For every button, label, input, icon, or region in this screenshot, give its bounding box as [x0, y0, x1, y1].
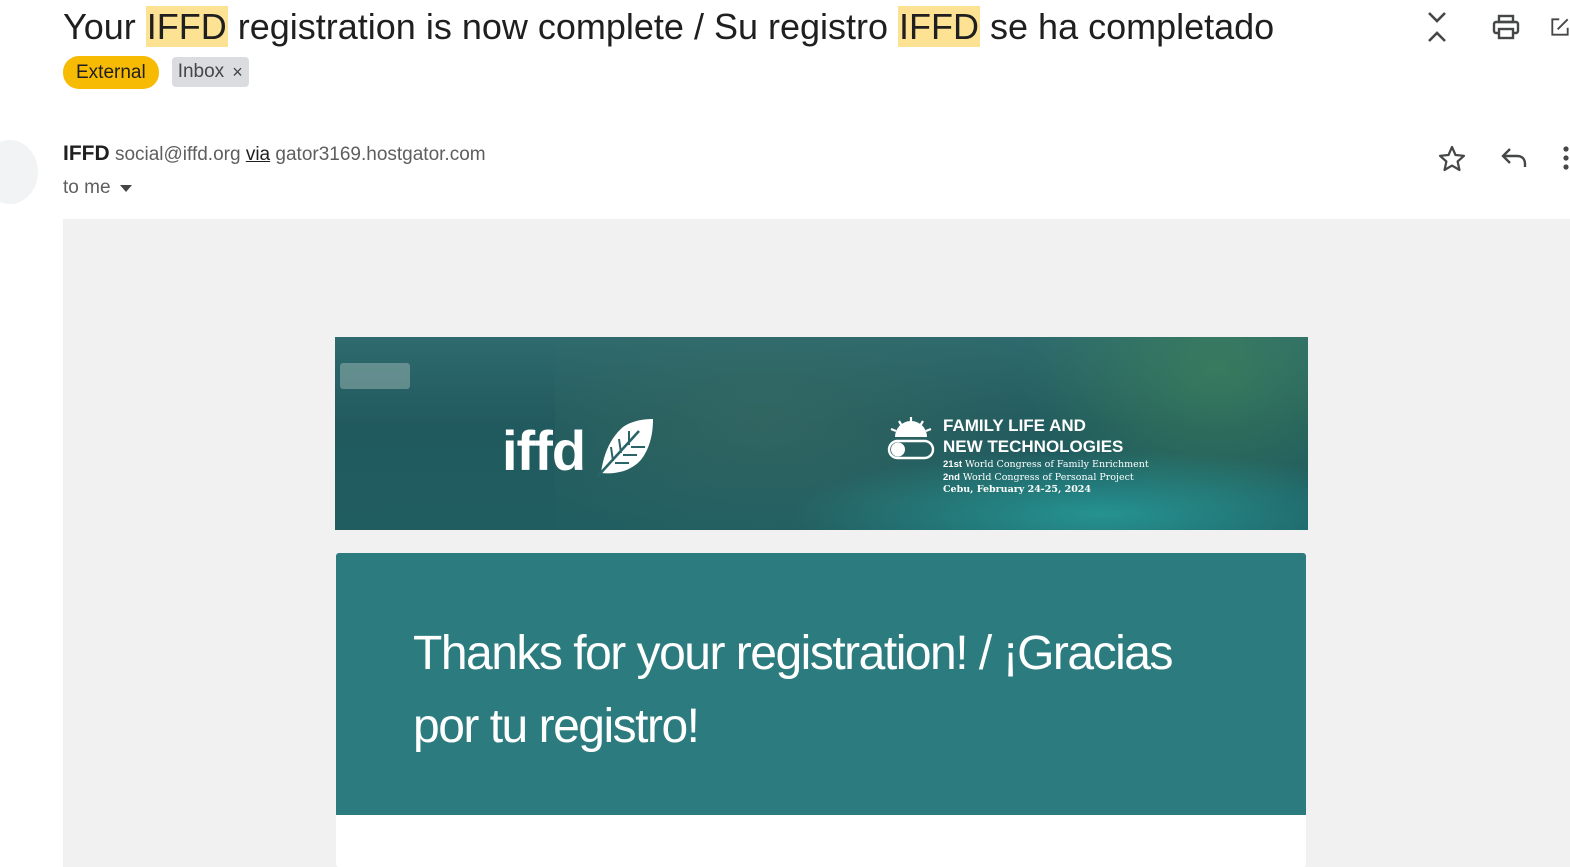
label-chips: External Inbox ×	[63, 56, 249, 89]
message-actions	[1438, 140, 1570, 176]
subject-search-highlight: IFFD	[898, 6, 981, 47]
subject-text: Your	[63, 6, 146, 47]
event-subtitle-line: 2nd World Congress of Personal Project	[943, 472, 1149, 485]
open-in-new-window-icon[interactable]	[1550, 14, 1570, 40]
sun-toggle-emblem-icon	[887, 415, 935, 497]
print-icon[interactable]	[1492, 14, 1520, 40]
caret-down-icon[interactable]	[119, 184, 133, 193]
event-subtitle-ordinal: 21st	[943, 459, 963, 470]
event-subtitle-ordinal: 2nd	[943, 471, 960, 483]
recipients-text: to me	[63, 177, 111, 198]
thread-actions	[1426, 10, 1570, 44]
event-subtitle-text: World Congress of Family Enrichment	[962, 459, 1149, 470]
event-text: FAMILY LIFE AND NEW TECHNOLOGIES 21st Wo…	[943, 415, 1149, 497]
leaf-icon	[593, 417, 657, 484]
event-date-location: Cebu, February 24-25, 2024	[943, 484, 1092, 495]
star-icon[interactable]	[1438, 145, 1466, 172]
recipients-line: to me	[63, 177, 133, 199]
via-link[interactable]: via	[246, 144, 270, 165]
sender-host: gator3169.hostgator.com	[275, 144, 486, 165]
inbox-label[interactable]: Inbox ×	[171, 57, 249, 87]
more-vert-icon[interactable]	[1562, 145, 1570, 171]
logo-wordmark: iffd	[502, 418, 586, 482]
subject-text: se ha completado	[980, 6, 1275, 47]
event-subtitle-line: 21st World Congress of Family Enrichment	[943, 459, 1149, 472]
avatar[interactable]	[0, 140, 38, 204]
event-subtitle-text: World Congress of Personal Project	[959, 471, 1134, 483]
email-subject: Your IFFD registration is now complete /…	[63, 4, 1274, 50]
header-banner-image: iffd FAMILY LIFE AND NEW TECHNOLOGIES 21…	[335, 337, 1308, 530]
external-label: External	[63, 56, 159, 89]
sender-info: IFFD social@iffd.org via gator3169.hostg…	[63, 142, 486, 166]
collapse-all-icon[interactable]	[1426, 11, 1448, 43]
subject-text: registration is now complete / Su regist…	[227, 6, 899, 47]
email-card: Thanks for your registration! / ¡Gracias…	[336, 553, 1306, 867]
card-heading: Thanks for your registration! / ¡Gracias…	[413, 627, 1173, 753]
card-header: Thanks for your registration! / ¡Gracias…	[336, 553, 1306, 815]
iffd-logo: iffd	[502, 417, 657, 484]
inbox-label-text: Inbox	[177, 61, 225, 82]
subject-search-highlight: IFFD	[145, 6, 228, 47]
sender-email: social@iffd.org	[114, 144, 241, 165]
sender-name[interactable]: IFFD	[63, 142, 110, 165]
email-body: iffd FAMILY LIFE AND NEW TECHNOLOGIES 21…	[63, 219, 1570, 867]
event-lockup: FAMILY LIFE AND NEW TECHNOLOGIES 21st Wo…	[887, 415, 1149, 497]
reply-icon[interactable]	[1500, 147, 1528, 169]
banner-boat-decoration	[340, 363, 410, 389]
event-title-line: NEW TECHNOLOGIES	[943, 437, 1124, 456]
remove-label-icon[interactable]: ×	[232, 57, 243, 87]
event-title-line: FAMILY LIFE AND	[943, 416, 1086, 435]
